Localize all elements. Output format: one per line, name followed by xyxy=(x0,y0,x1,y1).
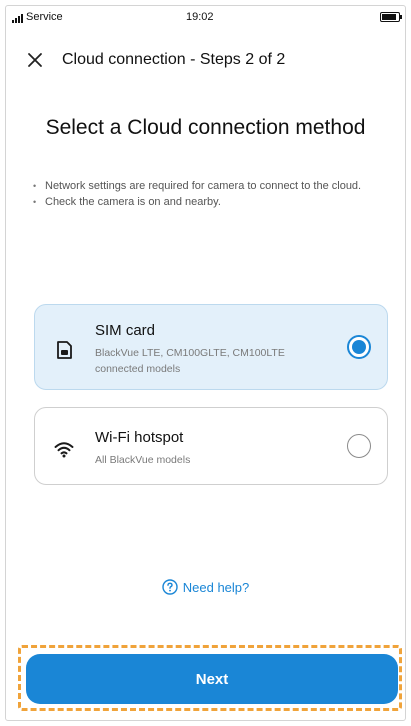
wifi-icon xyxy=(54,442,74,458)
instruction-list: Network settings are required for camera… xyxy=(33,178,393,210)
status-bar: Service 19:02 xyxy=(12,10,402,26)
battery-level xyxy=(382,14,396,20)
header: Cloud connection - Steps 2 of 2 xyxy=(24,48,285,72)
need-help-label: Need help? xyxy=(182,579,250,595)
option-title: Wi-Fi hotspot xyxy=(95,429,184,446)
help-circle-icon xyxy=(162,579,178,595)
option-description: All BlackVue models xyxy=(95,454,191,466)
close-icon[interactable] xyxy=(24,49,46,71)
radio-sim-card[interactable] xyxy=(347,335,371,359)
option-description: BlackVue LTE, CM100GLTE, CM100LTE connec… xyxy=(95,347,285,375)
page-title: Select a Cloud connection method xyxy=(45,116,366,139)
option-title: SIM card xyxy=(95,322,156,339)
option-sim-card[interactable]: SIM card BlackVue LTE, CM100GLTE, CM100L… xyxy=(34,304,388,390)
sim-card-icon xyxy=(57,341,72,359)
battery-icon xyxy=(380,12,402,22)
signal-icon xyxy=(12,14,23,23)
next-button[interactable]: Next xyxy=(26,654,398,704)
option-wifi-hotspot[interactable]: Wi-Fi hotspot All BlackVue models xyxy=(34,407,388,485)
radio-wifi-hotspot[interactable] xyxy=(347,434,371,458)
header-title: Cloud connection - Steps 2 of 2 xyxy=(62,51,286,68)
instruction-item: Check the camera is on and nearby. xyxy=(33,194,393,210)
status-time: 19:02 xyxy=(186,11,214,23)
carrier-label: Service xyxy=(26,11,63,23)
status-left: Service xyxy=(12,11,63,23)
need-help-link[interactable]: Need help? xyxy=(0,579,411,595)
instruction-item: Network settings are required for camera… xyxy=(33,178,393,194)
